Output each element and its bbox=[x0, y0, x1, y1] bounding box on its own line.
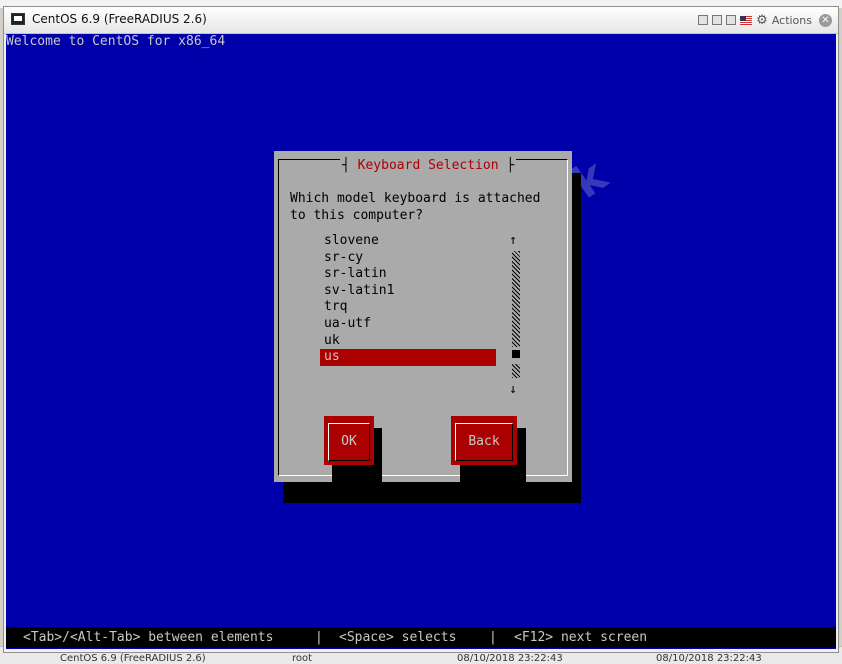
back-button[interactable]: Back bbox=[451, 416, 517, 465]
window-title: CentOS 6.9 (FreeRADIUS 2.6) bbox=[32, 12, 207, 26]
keyboard-layout-flag-icon[interactable] bbox=[740, 15, 753, 25]
console-screen[interactable]: Welcome to CentOS for x86_64 UK Network … bbox=[6, 34, 836, 649]
keyboard-list[interactable]: slovene sr-cy sr-latin sv-latin1 trq ua-… bbox=[320, 233, 496, 366]
window-titlebar[interactable]: CentOS 6.9 (FreeRADIUS 2.6) ⚙ Actions ✕ bbox=[4, 7, 838, 34]
keyboard-selection-dialog: ┤ Keyboard Selection ├ Which model keybo… bbox=[274, 151, 572, 482]
maximize-icon[interactable] bbox=[726, 15, 737, 25]
console-monitor-icon bbox=[11, 13, 25, 25]
help-f12-text: <F12> next screen bbox=[514, 630, 648, 645]
scrollbar-track[interactable] bbox=[512, 251, 520, 347]
list-scrollbar-bottom: ↓ bbox=[508, 349, 518, 399]
keyboard-option[interactable]: sr-latin bbox=[320, 266, 496, 283]
help-space-text: <Space> selects bbox=[339, 630, 457, 645]
background-vm-name: CentOS 6.9 (FreeRADIUS 2.6) bbox=[60, 653, 206, 664]
help-bar: <Tab>/<Alt-Tab> between elements | <Spac… bbox=[6, 627, 836, 648]
keyboard-option[interactable]: trq bbox=[320, 299, 496, 316]
dialog-title: Keyboard Selection bbox=[357, 158, 499, 173]
prompt-line-1: Which model keyboard is attached bbox=[290, 191, 541, 206]
keyboard-option-selected[interactable]: us bbox=[320, 349, 496, 366]
ok-button[interactable]: OK bbox=[324, 416, 374, 465]
background-user: root bbox=[292, 653, 313, 664]
window-controls: ⚙ Actions ✕ bbox=[698, 11, 832, 29]
dialog-prompt: Which model keyboard is attached to this … bbox=[290, 191, 540, 224]
keyboard-option[interactable]: sr-cy bbox=[320, 250, 496, 267]
keyboard-option[interactable]: slovene bbox=[320, 233, 496, 250]
prompt-line-2: to this computer? bbox=[290, 207, 424, 223]
close-icon[interactable]: ✕ bbox=[819, 13, 832, 27]
gear-icon[interactable]: ⚙ bbox=[756, 14, 768, 27]
keyboard-option[interactable]: ua-utf bbox=[320, 316, 496, 333]
list-scrollbar[interactable]: ↑ bbox=[508, 233, 518, 250]
keyboard-option[interactable]: uk bbox=[320, 333, 496, 350]
scroll-up-arrow-icon[interactable]: ↑ bbox=[508, 233, 518, 250]
back-button-label: Back bbox=[455, 423, 513, 461]
actions-menu[interactable]: Actions bbox=[772, 14, 812, 27]
help-separator-2: | bbox=[489, 630, 497, 645]
ok-button-label: OK bbox=[328, 423, 370, 461]
minimize-icon[interactable] bbox=[698, 15, 709, 25]
keyboard-option[interactable]: sv-latin1 bbox=[320, 283, 496, 300]
dialog-title-wrap: ┤ Keyboard Selection ├ bbox=[340, 158, 517, 175]
console-window: CentOS 6.9 (FreeRADIUS 2.6) ⚙ Actions ✕ … bbox=[3, 6, 839, 653]
welcome-text: Welcome to CentOS for x86_64 bbox=[6, 34, 226, 49]
scroll-down-arrow-icon[interactable]: ↓ bbox=[508, 382, 518, 399]
background-date-2: 08/10/2018 23:22:43 bbox=[656, 653, 762, 664]
help-separator-1: | bbox=[315, 630, 323, 645]
help-tab-text: <Tab>/<Alt-Tab> between elements bbox=[23, 630, 274, 645]
background-date-1: 08/10/2018 23:22:43 bbox=[457, 653, 563, 664]
restore-icon[interactable] bbox=[712, 15, 723, 25]
